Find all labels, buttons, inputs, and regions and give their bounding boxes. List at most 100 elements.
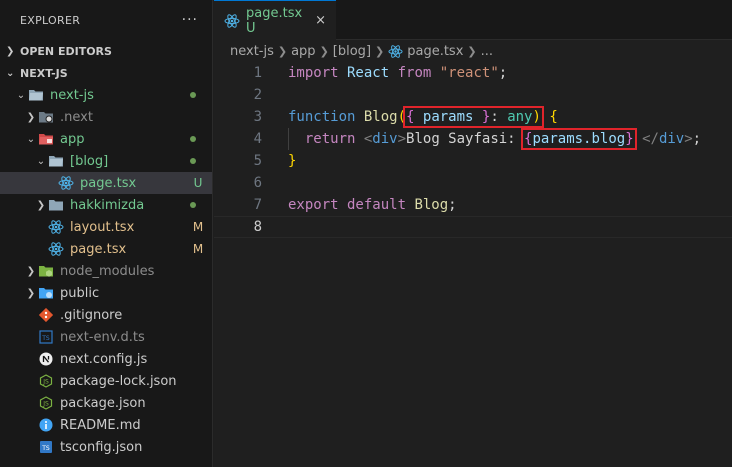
tree-item-app-page[interactable]: page.tsx M [0,238,212,260]
chevron-right-icon: ❯ [26,265,36,277]
tree-item-label: page.tsx [70,241,127,257]
tree-item-layout[interactable]: layout.tsx M [0,216,212,238]
highlight-box-expression: {params.blog} [521,128,637,150]
code-editor[interactable]: 1 import React from "react"; 2 3 functio… [214,62,732,467]
chevron-right-icon: ❯ [26,111,36,123]
tree-item-label: tsconfig.json [60,439,143,455]
tree-item-blog[interactable]: ⌄ [blog] [0,150,212,172]
node-folder-icon [38,263,54,279]
folder-open-icon [48,153,64,169]
tree-item-label: layout.tsx [70,219,135,235]
git-dot-icon [190,92,196,98]
tree-item-blog-page[interactable]: page.tsx U [0,172,212,194]
chevron-right-icon: ❯ [6,45,15,57]
tree-item-next-js[interactable]: ⌄ next-js [0,84,212,106]
tree-item-label: next-env.d.ts [60,329,145,345]
tree-item-label: .gitignore [60,307,123,323]
app-folder-icon [38,131,54,147]
svg-text:JS: JS [42,401,49,408]
breadcrumb-item[interactable]: app [291,44,315,59]
react-icon [58,175,74,191]
folder-open-icon [28,87,44,103]
code-text: function Blog({ params }: any) { [288,106,558,128]
chevron-down-icon: ⌄ [36,155,46,167]
line-number: 2 [253,87,262,103]
tree-item-node-modules[interactable]: ❯ node_modules [0,260,212,282]
tree-item-next-config[interactable]: next.config.js [0,348,212,370]
react-icon [388,44,403,59]
open-editors-section[interactable]: ❯ OPEN EDITORS [0,40,212,62]
svg-text:JS: JS [42,379,49,386]
line-number: 6 [253,175,262,191]
tree-item-dot-next[interactable]: ❯ .next [0,106,212,128]
file-tree: ⌄ next-js ❯ .next ⌄ app ⌄ [blog] page.ts… [0,84,212,458]
git-icon [38,307,54,323]
tree-item-label: package.json [60,395,146,411]
editor-area: page.tsx U × next-js ❯ app ❯ [blog] ❯ pa… [214,0,732,467]
tree-item-label: next-js [50,87,94,103]
tree-item-label: .next [60,109,93,125]
code-text: } [288,153,297,169]
breadcrumb: next-js ❯ app ❯ [blog] ❯ page.tsx ❯ ... [214,40,732,62]
nodejs-icon: JS [38,373,54,389]
open-editors-label: OPEN EDITORS [20,44,112,58]
react-icon [48,219,64,235]
chevron-right-icon: ❯ [26,287,36,299]
code-line: 7 export default Blog; [214,194,732,216]
line-number: 3 [253,109,262,125]
git-dot-icon [190,136,196,142]
tree-item-label: next.config.js [60,351,148,367]
line-number: 8 [253,219,262,235]
tree-item-gitignore[interactable]: .gitignore [0,304,212,326]
more-actions-icon[interactable]: ··· [182,12,198,28]
tree-item-hakkimizda[interactable]: ❯ hakkimizda [0,194,212,216]
code-line: 1 import React from "react"; [214,62,732,84]
close-icon[interactable]: × [315,13,326,28]
code-line-current: 8 [214,216,732,238]
tree-item-app[interactable]: ⌄ app [0,128,212,150]
info-icon [38,417,54,433]
tree-item-package-lock[interactable]: JS package-lock.json [0,370,212,392]
svg-text:TS: TS [41,335,50,342]
project-section[interactable]: ⌄ NEXT-JS [0,62,212,84]
breadcrumb-item[interactable]: [blog] [333,44,371,59]
code-text: return <div>Blog Sayfasi: {params.blog} … [288,128,702,150]
line-number: 7 [253,197,262,213]
tab-page-tsx[interactable]: page.tsx U × [214,0,336,40]
line-number: 4 [253,131,262,147]
line-number: 1 [253,65,262,81]
indent-guide [288,128,289,150]
git-dot-icon [190,202,196,208]
tree-item-tsconfig[interactable]: TS tsconfig.json [0,436,212,458]
tree-item-package[interactable]: JS package.json [0,392,212,414]
chevron-right-icon: ❯ [467,44,477,58]
breadcrumb-item[interactable]: next-js [230,44,274,59]
tree-item-public[interactable]: ❯ public [0,282,212,304]
breadcrumb-item[interactable]: page.tsx [407,44,463,59]
git-dot-icon [190,158,196,164]
tab-bar: page.tsx U × [214,0,732,40]
tree-item-label: public [60,285,100,301]
public-folder-icon [38,285,54,301]
project-label: NEXT-JS [20,66,68,80]
git-status-badge: U [193,176,203,190]
tsconfig-icon: TS [38,439,54,455]
nextjs-icon [38,351,54,367]
next-folder-icon [38,109,54,125]
folder-icon [48,197,64,213]
code-text: export default Blog; [288,197,457,213]
code-line: 3 function Blog({ params }: any) { [214,106,732,128]
git-status-badge: M [192,220,204,234]
breadcrumb-item[interactable]: ... [481,44,493,59]
tree-item-label: package-lock.json [60,373,177,389]
chevron-right-icon: ❯ [319,44,329,58]
explorer-sidebar: EXPLORER ··· ❯ OPEN EDITORS ⌄ NEXT-JS ⌄ … [0,0,213,467]
tree-item-readme[interactable]: README.md [0,414,212,436]
line-number: 5 [253,153,262,169]
nodejs-icon: JS [38,395,54,411]
tree-item-label: README.md [60,417,141,433]
chevron-down-icon: ⌄ [6,67,15,79]
tree-item-next-env[interactable]: TS next-env.d.ts [0,326,212,348]
typescript-def-icon: TS [38,329,54,345]
react-icon [224,13,240,29]
